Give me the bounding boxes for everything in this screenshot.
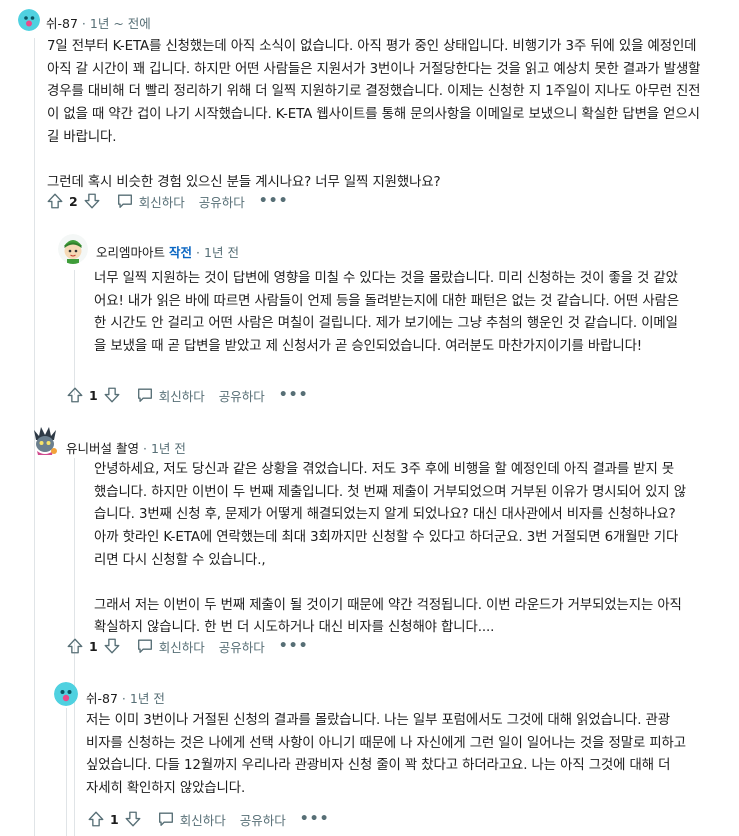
overflow-icon[interactable]: ••• <box>279 387 309 403</box>
user-avatar-icon <box>18 9 40 31</box>
upvote-button[interactable] <box>65 384 85 406</box>
reply-button[interactable]: 회신하다 <box>136 637 205 656</box>
timestamp[interactable]: 1년 전 <box>151 441 186 456</box>
share-label: 공유하다 <box>198 194 245 210</box>
comment-actions: 1 회신하다 공유하다 ••• <box>86 806 330 832</box>
reply-label: 회신하다 <box>138 194 185 210</box>
upvote-icon <box>88 811 104 827</box>
comment-paragraph: 7일 전부터 K-ETA를 신청했는데 아직 소식이 없습니다. 아직 평가 중… <box>47 39 701 145</box>
comment-thread: 쉬-87 · 1년 ~ 전에 7일 전부터 K-ETA를 신청했는데 아직 소식이 … <box>0 0 739 836</box>
reply-button[interactable]: 회신하다 <box>136 386 205 405</box>
share-label: 공유하다 <box>218 388 265 404</box>
overflow-icon[interactable]: ••• <box>279 638 309 654</box>
downvote-icon <box>125 811 141 827</box>
op-badge: 작전 <box>169 245 193 260</box>
upvote-icon <box>47 193 63 209</box>
share-label: 공유하다 <box>218 639 265 655</box>
vote-count: 1 <box>110 811 119 827</box>
comment-paragraph: 안녕하세요, 저도 당신과 같은 상황을 겪었습니다. 저도 3주 후에 비행을… <box>94 462 686 568</box>
downvote-icon <box>104 638 120 654</box>
overflow-icon[interactable]: ••• <box>300 811 330 827</box>
comment-actions: 1 회신하다 공유하다 ••• <box>65 382 309 408</box>
avatar[interactable] <box>30 424 60 456</box>
comment-body: 저는 이미 3번이나 거절된 신청의 결과를 몰랐습니다. 나는 일부 포럼에서… <box>86 710 686 801</box>
upvote-button[interactable] <box>65 635 85 657</box>
vote-count: 2 <box>69 193 78 209</box>
reply-label: 회신하다 <box>158 388 205 404</box>
downvote-button[interactable] <box>102 384 122 406</box>
share-label: 공유하다 <box>239 812 286 828</box>
share-button[interactable]: 공유하다 <box>219 637 265 656</box>
downvote-button[interactable] <box>123 808 143 830</box>
username[interactable]: 오리엠마아트 <box>96 245 165 260</box>
comment-meta: 유니버설 촬영 · 1년 전 <box>66 441 186 456</box>
comment-paragraph: 저는 이미 3번이나 거절된 신청의 결과를 몰랐습니다. 나는 일부 포럼에서… <box>86 713 686 797</box>
avatar[interactable] <box>58 234 88 264</box>
comment-icon <box>137 388 152 402</box>
reply-label: 회신하다 <box>158 639 205 655</box>
comment-icon <box>117 194 132 208</box>
user-avatar-icon <box>54 682 78 706</box>
comment-body: 너무 일찍 지원하는 것이 답변에 영향을 미칠 수 있다는 것을 몰랐습니다.… <box>94 268 686 359</box>
reply-button[interactable]: 회신하다 <box>157 810 226 829</box>
reply-button[interactable]: 회신하다 <box>116 192 185 211</box>
comment-paragraph: 너무 일찍 지원하는 것이 답변에 영향을 미칠 수 있다는 것을 몰랐습니다.… <box>94 271 679 355</box>
comment-meta: 쉬-87 · 1년 ~ 전에 <box>46 16 151 31</box>
downvote-button[interactable] <box>82 190 102 212</box>
username[interactable]: 쉬-87 <box>86 691 118 706</box>
comment-meta: 쉬-87 · 1년 전 <box>86 691 165 706</box>
upvote-button[interactable] <box>86 808 106 830</box>
comment-body: 안녕하세요, 저도 당신과 같은 상황을 겪었습니다. 저도 3주 후에 비행을… <box>94 459 686 640</box>
share-button[interactable]: 공유하다 <box>219 386 265 405</box>
avatar[interactable] <box>18 9 40 31</box>
comment-actions: 1 회신하다 공유하다 ••• <box>65 633 309 659</box>
comment-actions: 2 회신하다 공유하다 ••• <box>45 188 289 214</box>
username[interactable]: 유니버설 촬영 <box>66 441 139 456</box>
overflow-icon[interactable]: ••• <box>259 193 289 209</box>
avatar[interactable] <box>54 682 78 706</box>
timestamp[interactable]: 1년 전 <box>130 691 165 706</box>
reply-label: 회신하다 <box>179 812 226 828</box>
timestamp[interactable]: 1년 ~ 전에 <box>90 16 151 31</box>
comment-meta: 오리엠마아트 작전 · 1년 전 <box>96 245 239 260</box>
upvote-button[interactable] <box>45 190 65 212</box>
share-button[interactable]: 공유하다 <box>240 810 286 829</box>
user-avatar-icon <box>58 234 88 264</box>
comment-body: 7일 전부터 K-ETA를 신청했는데 아직 소식이 없습니다. 아직 평가 중… <box>47 36 701 194</box>
vote-count: 1 <box>89 387 98 403</box>
username[interactable]: 쉬-87 <box>46 16 78 31</box>
user-avatar-icon <box>34 427 57 455</box>
downvote-icon <box>84 193 100 209</box>
thread-line[interactable] <box>66 708 67 836</box>
comment-icon <box>158 812 173 826</box>
downvote-button[interactable] <box>102 635 122 657</box>
upvote-icon <box>67 387 83 403</box>
timestamp[interactable]: 1년 전 <box>204 245 239 260</box>
vote-count: 1 <box>89 638 98 654</box>
upvote-icon <box>67 638 83 654</box>
downvote-icon <box>104 387 120 403</box>
comment-icon <box>137 639 152 653</box>
thread-line[interactable] <box>74 270 75 395</box>
share-button[interactable]: 공유하다 <box>199 192 245 211</box>
